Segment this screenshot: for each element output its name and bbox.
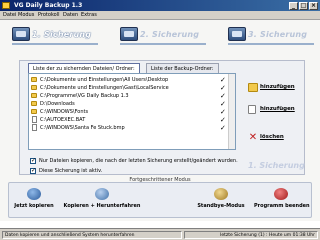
item-path: C:\Programme\VG Daily Backup 1.3 — [40, 93, 129, 99]
active-label: Diese Sicherung ist aktiv. — [39, 168, 103, 174]
monitor-icon — [12, 27, 30, 41]
list-item[interactable]: C:\WINDOWS\Fonts ✓ — [30, 108, 226, 116]
check-icon: ✓ — [220, 76, 226, 84]
folder-icon — [31, 109, 37, 114]
minimize-button[interactable]: _ — [289, 2, 298, 10]
close-button[interactable]: × — [309, 2, 318, 10]
monitor-icon — [120, 27, 138, 41]
menu-protokoll[interactable]: Protokoll — [38, 12, 60, 19]
copy-now-button[interactable]: Jetzt kopieren — [12, 186, 56, 216]
file-icon — [32, 116, 37, 123]
copy-shutdown-label: Kopieren + Herunterfahren — [63, 203, 141, 209]
folder-add-icon — [248, 83, 258, 92]
file-icon — [32, 124, 37, 131]
list-item[interactable]: C:\AUTOEXEC.BAT ✓ — [30, 116, 226, 124]
item-path: C:\Dokumente und Einstellungen\Gast\Loca… — [40, 85, 169, 91]
item-path: C:\WINDOWS\Santa Fe Stuck.bmp — [40, 125, 125, 131]
standby-icon — [214, 188, 228, 200]
delete-x-icon: ✕ — [248, 132, 258, 143]
quit-button[interactable]: Programm beenden — [254, 186, 310, 216]
list-item[interactable]: C:\Programme\VG Daily Backup 1.3 ✓ — [30, 92, 226, 100]
list-item[interactable]: C:\WINDOWS\Santa Fe Stuck.bmp ✓ — [30, 124, 226, 132]
monitor-icon — [228, 27, 246, 41]
check-icon: ✓ — [220, 84, 226, 92]
copy-shutdown-button[interactable]: Kopieren + Herunterfahren — [62, 186, 142, 216]
active-checkbox[interactable]: ✓ — [30, 168, 36, 174]
add-folder-button[interactable]: hinzufügen — [248, 82, 300, 96]
tab-files-to-backup[interactable]: Liste der zu sichernden Dateien/ Ordner: — [28, 63, 140, 73]
standby-button[interactable]: Standbye-Modus — [194, 186, 248, 216]
check-icon: ✓ — [220, 100, 226, 108]
standby-label: Standbye-Modus — [197, 203, 245, 209]
menu-extras[interactable]: Extras — [81, 12, 97, 19]
copy-now-label: Jetzt kopieren — [14, 203, 54, 209]
maximize-button[interactable]: □ — [299, 2, 308, 10]
check-icon: ✓ — [220, 108, 226, 116]
step-label: 2. Sicherung — [140, 30, 200, 39]
status-bar: Daten kopieren und anschließend System h… — [0, 228, 320, 240]
item-path: C:\Dokumente und Einstellungen\All Users… — [40, 77, 169, 83]
list-item[interactable]: C:\Dokumente und Einstellungen\Gast\Loca… — [30, 84, 226, 92]
file-list[interactable]: C:\Dokumente und Einstellungen\All Users… — [28, 73, 236, 150]
window-title: VG Daily Backup 1.3 — [14, 2, 83, 9]
folder-icon — [31, 93, 37, 98]
folder-icon — [31, 77, 37, 82]
step-underline — [228, 43, 314, 45]
list-item[interactable]: C:\Dokumente und Einstellungen\All Users… — [30, 76, 226, 84]
section-watermark: 1. Sicherung — [248, 161, 305, 170]
copy-icon — [27, 188, 41, 200]
file-add-icon — [248, 105, 256, 114]
menu-datei[interactable]: Datei — [3, 12, 16, 19]
delete-label: löschen — [260, 134, 284, 140]
list-scrollbar[interactable] — [228, 74, 235, 149]
status-message: Daten kopieren und anschließend System h… — [2, 231, 182, 239]
active-option[interactable]: ✓ Diese Sicherung ist aktiv. — [30, 167, 150, 175]
title-bar: VG Daily Backup 1.3 _ □ × — [0, 0, 320, 11]
menu-daten[interactable]: Daten — [63, 12, 78, 19]
last-backup-status: letzte Sicherung (1) : Heute um 01:38 Uh… — [184, 231, 318, 239]
tab-backup-folders[interactable]: Liste der Backup-Ordner: — [146, 63, 219, 73]
power-icon — [274, 188, 288, 200]
add-file-label: hinzufügen — [260, 106, 295, 112]
item-path: C:\WINDOWS\Fonts — [40, 109, 89, 115]
only-changed-option[interactable]: ✓ Nur Dateien kopieren, die nach der let… — [30, 157, 250, 165]
only-changed-label: Nur Dateien kopieren, die nach der letzt… — [39, 158, 238, 164]
menu-bar: Datei Modus Protokoll Daten Extras — [0, 11, 320, 20]
step-label: 3. Sicherung — [248, 30, 308, 39]
only-changed-checkbox[interactable]: ✓ — [30, 158, 36, 164]
step-label: 1. Sicherung — [32, 30, 92, 39]
check-icon: ✓ — [220, 124, 226, 132]
add-folder-label: hinzufügen — [260, 84, 295, 90]
item-path: C:\AUTOEXEC.BAT — [40, 117, 86, 123]
list-item[interactable]: D:\Downloads ✓ — [30, 100, 226, 108]
folder-icon — [31, 101, 37, 106]
step-underline — [120, 43, 206, 45]
check-icon: ✓ — [220, 92, 226, 100]
item-path: D:\Downloads — [40, 101, 75, 107]
step-underline — [12, 43, 98, 45]
app-icon — [2, 2, 10, 9]
check-icon: ✓ — [220, 116, 226, 124]
add-file-button[interactable]: hinzufügen — [248, 104, 300, 118]
menu-modus[interactable]: Modus — [18, 12, 34, 19]
copy-shutdown-icon — [95, 188, 109, 200]
quit-label: Programm beenden — [254, 203, 310, 209]
delete-button[interactable]: ✕ löschen — [248, 132, 300, 146]
folder-icon — [31, 85, 37, 90]
